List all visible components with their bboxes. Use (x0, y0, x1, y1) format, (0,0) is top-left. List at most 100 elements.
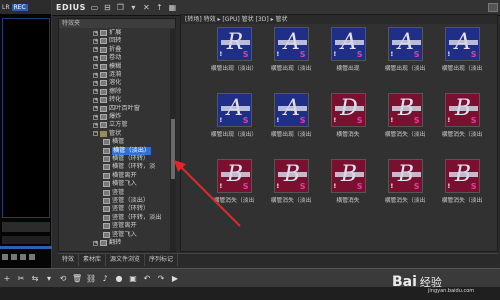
up-icon[interactable]: ↑ (155, 3, 164, 12)
expand-toggle-icon[interactable]: + (93, 122, 98, 128)
tree-item[interactable]: 竖管 (103, 189, 124, 197)
effect-icon (103, 164, 110, 171)
effect-tile[interactable]: B!S横管消失（淡出 (435, 159, 489, 204)
play-icon[interactable] (2, 254, 8, 260)
stop-icon[interactable] (11, 254, 17, 260)
panel-tab[interactable]: 素材库 (79, 253, 107, 266)
tree-item[interactable]: + 爆炸 (93, 113, 121, 121)
effect-tile[interactable]: R!S横管出现（淡出） (207, 27, 261, 72)
tree-item[interactable]: + 翻转 (93, 239, 121, 247)
tree-item[interactable]: 竖管离开 (103, 222, 137, 230)
tree-item[interactable]: 横管（淡出） (103, 146, 152, 155)
marker-icon[interactable]: ▾ (44, 274, 54, 283)
panel-tab[interactable]: 序列标记 (145, 253, 179, 266)
effect-tile[interactable]: A!S横管出现 (321, 27, 375, 72)
expand-toggle-icon[interactable]: + (93, 72, 98, 78)
effect-caption: 横管消失 (336, 132, 360, 138)
panel-tab[interactable]: 特效 (58, 253, 80, 266)
audio-icon[interactable]: ♪ (100, 274, 110, 283)
tube-band (448, 106, 478, 111)
tree-scroll-thumb[interactable] (171, 119, 175, 179)
sync-icon[interactable]: ⟲ (58, 274, 68, 283)
tree-item[interactable]: + 模糊 (93, 63, 121, 71)
expand-toggle-icon[interactable]: + (93, 64, 98, 70)
add-icon[interactable]: + (2, 274, 12, 283)
cut-icon[interactable]: ✂ (16, 274, 26, 283)
tree-item[interactable]: + 转化 (93, 96, 121, 104)
tree-item[interactable]: 竖管（环转，淡出 (103, 214, 162, 222)
tree-item[interactable]: + 涟漪 (93, 71, 121, 79)
tree-toggle-icon[interactable]: ⊟ (103, 3, 112, 12)
effect-icon (100, 55, 107, 62)
undo-icon[interactable]: ↶ (142, 274, 152, 283)
tree-item[interactable]: 横管离开 (103, 172, 137, 180)
effect-tile[interactable]: B!S横管消失（淡出 (435, 93, 489, 138)
tree-item-label: 横管（淡出） (112, 146, 152, 155)
effect-tile[interactable]: B!S横管消失 (321, 159, 375, 204)
tree-item[interactable]: + 四叶百叶窗 (93, 105, 140, 113)
mic-icon[interactable]: ● (114, 274, 124, 283)
tree-scrollbar[interactable] (170, 29, 176, 251)
tree-item[interactable]: 横管（环转，淡 (103, 163, 155, 171)
rewind-icon[interactable] (20, 254, 26, 260)
redo-icon[interactable]: ↷ (156, 274, 166, 283)
tree-item[interactable]: + 回转 (93, 37, 121, 45)
tree-item[interactable]: + 卷动 (93, 54, 121, 62)
window-close-button[interactable] (488, 3, 498, 12)
tube-band (220, 40, 250, 45)
effect-tile[interactable]: A!S横管出现（淡出 (435, 27, 489, 72)
expand-toggle-icon[interactable]: + (93, 97, 98, 103)
gpu-badge: S (356, 182, 363, 191)
tree-item[interactable]: 竖管（环转） (103, 205, 149, 213)
expand-toggle-icon[interactable]: + (93, 240, 98, 246)
effect-tile[interactable]: A!S横管出现（淡出 (264, 27, 318, 72)
panel-tab[interactable]: 源文件浏览 (106, 253, 146, 266)
rec-button[interactable]: REC (11, 3, 28, 11)
delete-icon[interactable]: ✕ (142, 3, 151, 12)
expand-toggle-icon[interactable]: − (93, 131, 98, 137)
delete-icon[interactable]: 🗑 (72, 274, 82, 283)
expand-toggle-icon[interactable]: + (93, 106, 98, 112)
effect-tile[interactable]: A!S横管出现（淡出 (264, 93, 318, 138)
copy-icon[interactable]: ❐ (116, 3, 125, 12)
effect-icon (100, 240, 107, 246)
gpu-badge: S (356, 50, 363, 59)
display-mode-icon[interactable]: ▾ (129, 3, 138, 12)
folder-icon[interactable]: ▭ (90, 3, 99, 12)
forward-icon[interactable] (29, 254, 35, 260)
effect-tile[interactable]: A!S横管出现（淡出） (207, 93, 261, 138)
tree-item[interactable]: + 溶化 (93, 79, 121, 87)
view-icon[interactable]: ▦ (168, 3, 177, 12)
tree-item[interactable]: 横管 (103, 138, 124, 146)
expand-toggle-icon[interactable]: + (93, 80, 98, 86)
effect-tile[interactable]: B!S横管消失（淡出 (207, 159, 261, 204)
tree-item[interactable]: + 擦除 (93, 88, 121, 96)
tree-item[interactable]: + 折叠 (93, 46, 121, 54)
effect-tile[interactable]: B!S横管消失（淡出 (378, 93, 432, 138)
expand-toggle-icon[interactable]: + (93, 89, 98, 95)
save-icon[interactable]: ▣ (128, 274, 138, 283)
tree-item[interactable]: 横管飞入 (103, 180, 137, 188)
expand-toggle-icon[interactable]: + (93, 47, 98, 53)
warning-icon: ! (219, 51, 223, 58)
tree-item[interactable]: 竖管（淡出） (103, 197, 149, 205)
effect-tile[interactable]: D!S横管消失 (321, 93, 375, 138)
expand-toggle-icon[interactable]: + (93, 55, 98, 61)
effect-tile[interactable]: B!S横管消失（淡出 (264, 159, 318, 204)
effect-tile[interactable]: A!S横管出现（淡出 (378, 27, 432, 72)
tree-item[interactable]: + 扩展 (93, 29, 121, 37)
effect-tile[interactable]: B!S横管消失（淡出 (378, 159, 432, 204)
tree-item[interactable]: 竖管飞入 (103, 231, 137, 239)
expand-toggle-icon[interactable]: + (93, 114, 98, 120)
tree-item[interactable]: 横管（环转） (103, 155, 149, 163)
expand-toggle-icon[interactable]: + (93, 38, 98, 44)
gpu-badge: S (356, 116, 363, 125)
render-icon[interactable]: ▶ (170, 274, 180, 283)
link-icon[interactable]: ⛓ (86, 274, 96, 283)
preview-scrub-bar[interactable] (2, 236, 50, 244)
expand-toggle-icon[interactable]: + (93, 30, 98, 36)
effect-thumbnail: B!S (273, 159, 309, 193)
tree-item[interactable]: − 管状 (93, 130, 121, 138)
tree-item[interactable]: + 立方管 (93, 121, 128, 129)
ripple-icon[interactable]: ⇆ (30, 274, 40, 283)
